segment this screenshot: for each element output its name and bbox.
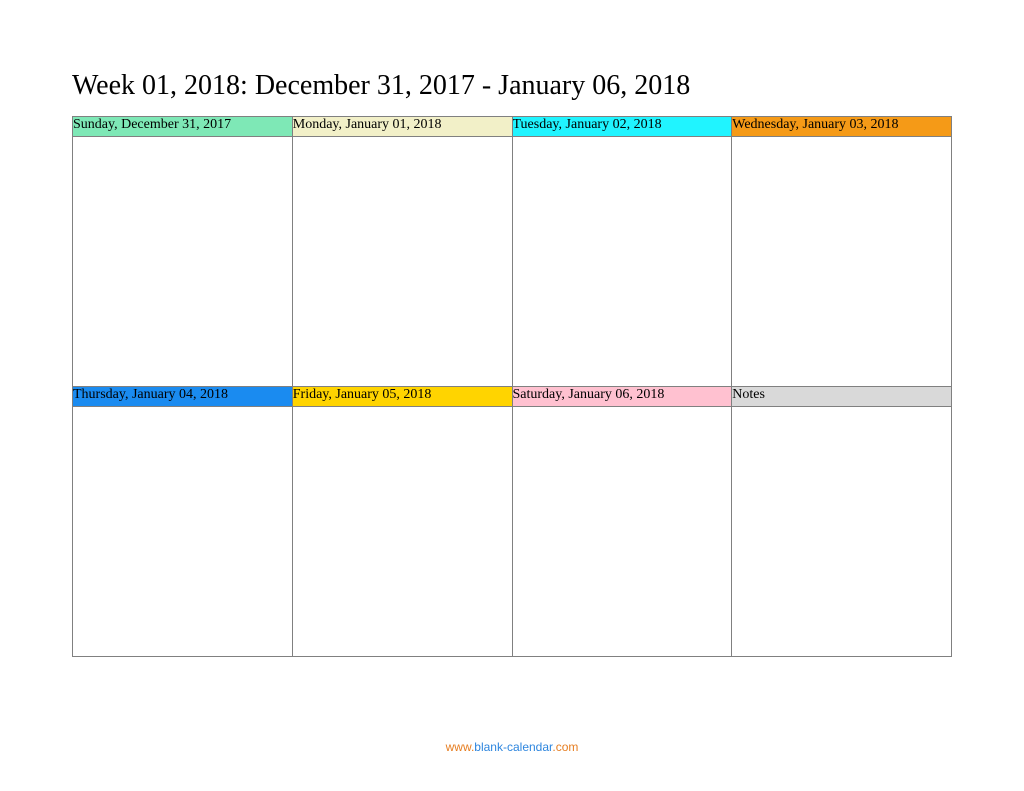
day-body-sunday [73,137,293,387]
footer-part-www: www. [446,740,475,754]
day-header-friday: Friday, January 05, 2018 [292,387,512,407]
day-body-tuesday [512,137,732,387]
footer-part-tld: .com [552,740,578,754]
day-body-wednesday [732,137,952,387]
day-header-sunday: Sunday, December 31, 2017 [73,117,293,137]
day-header-thursday: Thursday, January 04, 2018 [73,387,293,407]
day-header-wednesday: Wednesday, January 03, 2018 [732,117,952,137]
page-title: Week 01, 2018: December 31, 2017 - Janua… [72,70,952,102]
day-header-notes: Notes [732,387,952,407]
day-body-monday [292,137,512,387]
day-body-thursday [73,407,293,657]
day-header-monday: Monday, January 01, 2018 [292,117,512,137]
day-body-notes [732,407,952,657]
day-header-tuesday: Tuesday, January 02, 2018 [512,117,732,137]
day-body-saturday [512,407,732,657]
week-grid: Sunday, December 31, 2017 Monday, Januar… [72,116,952,657]
day-body-friday [292,407,512,657]
footer-link[interactable]: www.blank-calendar.com [0,740,1024,754]
day-header-saturday: Saturday, January 06, 2018 [512,387,732,407]
footer-part-domain: blank-calendar [474,740,552,754]
weekly-calendar-page: Week 01, 2018: December 31, 2017 - Janua… [0,0,1024,791]
